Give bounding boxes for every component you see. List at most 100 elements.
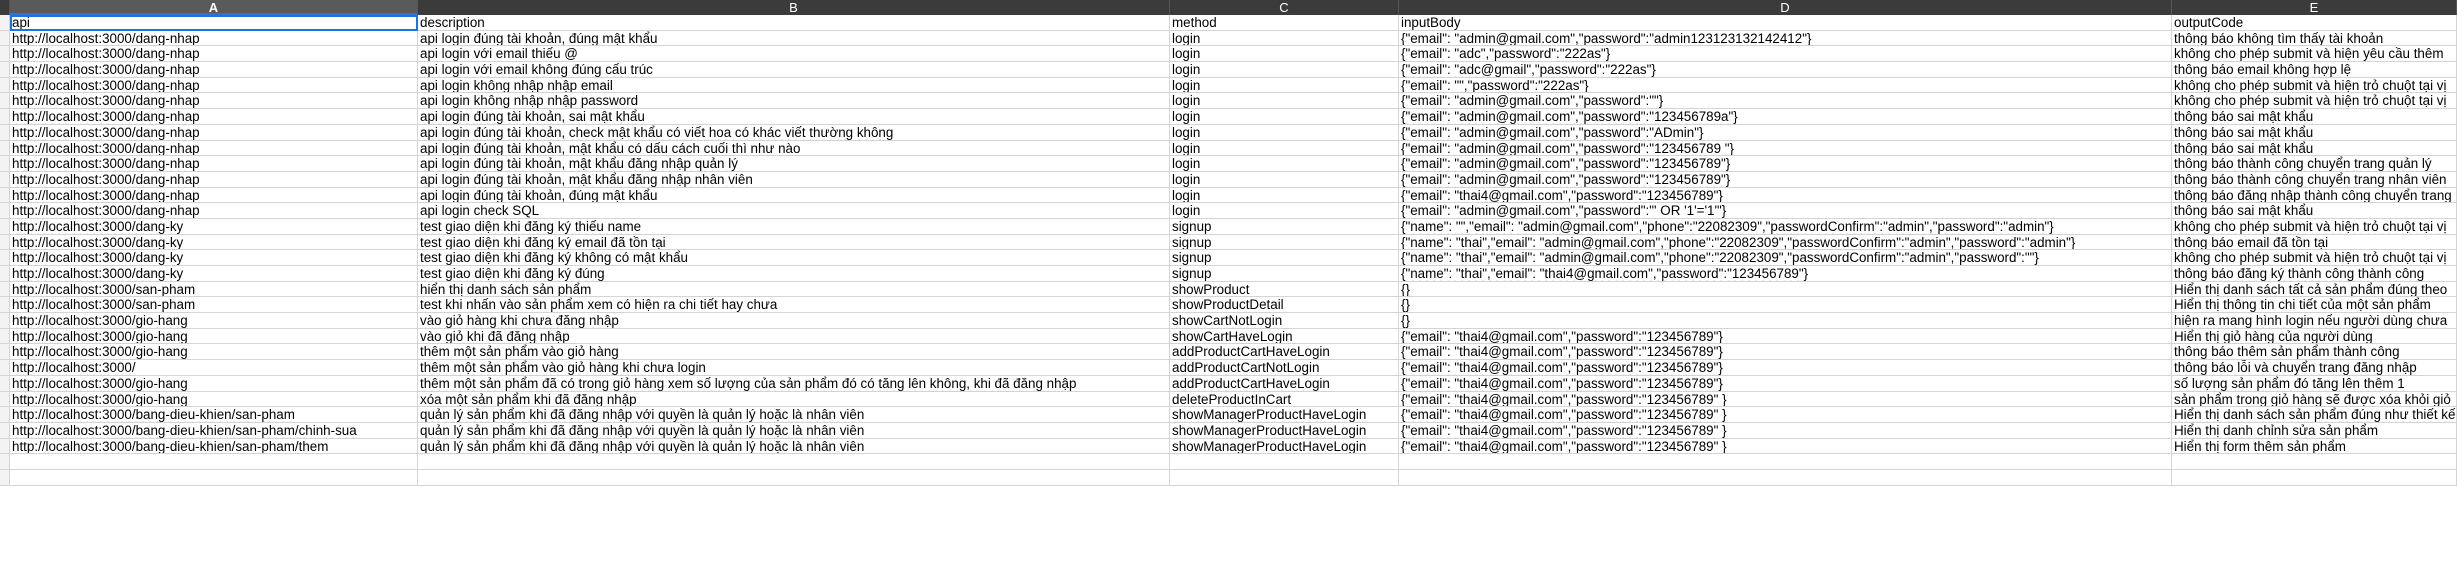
row-number[interactable] <box>0 454 10 470</box>
cell-description[interactable]: vào giỏ khi đã đăng nhập <box>418 328 1170 345</box>
row-number[interactable] <box>0 328 10 345</box>
column-header-c[interactable]: C <box>1170 0 1399 15</box>
cell-method[interactable]: showManagerProductHaveLogin <box>1170 438 1399 455</box>
cell-outputcode[interactable]: thông báo đăng ký thành công thành công <box>2172 266 2457 282</box>
cell-method[interactable]: login <box>1170 30 1399 47</box>
column-header-e[interactable]: E <box>2172 0 2457 15</box>
row-number[interactable] <box>0 109 10 125</box>
cell-header-api[interactable]: api <box>10 15 418 31</box>
cell-description[interactable]: api login đúng tài khoản, mật khẩu đăng … <box>418 171 1170 188</box>
cell-method[interactable]: showCartNotLogin <box>1170 313 1399 329</box>
cell-inputbody[interactable]: {"name": "thai","email": "thai4@gmail.co… <box>1399 266 2172 282</box>
row-number[interactable] <box>0 156 10 172</box>
cell-description[interactable]: api login với email thiếu @ <box>418 46 1170 63</box>
row-number[interactable] <box>0 297 10 314</box>
empty-cell[interactable] <box>418 454 1170 470</box>
cell-description[interactable]: test giao diện khi đăng ký thiếu name <box>418 218 1170 235</box>
cell-outputcode[interactable]: thông báo thành công chuyển trang quản l… <box>2172 156 2457 172</box>
cell-api[interactable]: http://localhost:3000/san-pham <box>10 297 418 314</box>
row-number[interactable] <box>0 438 10 455</box>
row-number[interactable] <box>0 344 10 361</box>
cell-method[interactable]: login <box>1170 124 1399 141</box>
row-number[interactable] <box>0 77 10 94</box>
cell-api[interactable]: http://localhost:3000/dang-nhap <box>10 140 418 157</box>
cell-method[interactable]: login <box>1170 171 1399 188</box>
cell-inputbody[interactable]: {"email": "admin@gmail.com","password":"… <box>1399 171 2172 188</box>
cell-description[interactable]: thêm một sản phẩm đã có trong giỏ hàng x… <box>418 375 1170 392</box>
cell-inputbody[interactable]: {"email": "admin@gmail.com","password":"… <box>1399 203 2172 219</box>
cell-inputbody[interactable]: {"email": "","password":"222as"} <box>1399 77 2172 94</box>
row-number[interactable] <box>0 187 10 204</box>
cell-method[interactable]: showProductDetail <box>1170 297 1399 314</box>
cell-api[interactable]: http://localhost:3000/dang-ky <box>10 250 418 266</box>
cell-api[interactable]: http://localhost:3000/gio-hang <box>10 344 418 361</box>
row-number[interactable] <box>0 281 10 298</box>
cell-method[interactable]: login <box>1170 187 1399 204</box>
cell-description[interactable]: thêm một sản phẩm vào giỏ hàng khi chưa … <box>418 360 1170 376</box>
cell-outputcode[interactable]: số lượng sản phẩm đó tăng lên thêm 1 <box>2172 375 2457 392</box>
row-number[interactable] <box>0 15 10 31</box>
column-header-b[interactable]: B <box>418 0 1170 15</box>
cell-method[interactable]: signup <box>1170 266 1399 282</box>
cell-description[interactable]: api login đúng tài khoản, đúng mật khẩu <box>418 187 1170 204</box>
row-number[interactable] <box>0 375 10 392</box>
cell-outputcode[interactable]: Hiển thị giỏ hàng của người dùng <box>2172 328 2457 345</box>
empty-cell[interactable] <box>1170 454 1399 470</box>
cell-method[interactable]: login <box>1170 93 1399 110</box>
cell-outputcode[interactable]: thông báo sai mật khẩu <box>2172 109 2457 125</box>
row-number[interactable] <box>0 407 10 423</box>
row-number[interactable] <box>0 266 10 282</box>
cell-description[interactable]: vào giỏ hàng khi chưa đăng nhập <box>418 313 1170 329</box>
cell-header-outputcode[interactable]: outputCode <box>2172 15 2457 31</box>
empty-cell[interactable] <box>2172 454 2457 470</box>
cell-description[interactable]: api login đúng tài khoản, mật khẩu có dấ… <box>418 140 1170 157</box>
cell-description[interactable]: api login không nhập nhập password <box>418 93 1170 110</box>
cell-description[interactable]: api login đúng tài khoản, check mật khẩu… <box>418 124 1170 141</box>
cell-inputbody[interactable]: {"email": "thai4@gmail.com","password":"… <box>1399 360 2172 376</box>
cell-description[interactable]: api login không nhập nhập email <box>418 77 1170 94</box>
cell-inputbody[interactable]: {"email": "admin@gmail.com","password":"… <box>1399 109 2172 125</box>
cell-description[interactable]: api login đúng tài khoản, đúng mật khẩu <box>418 30 1170 47</box>
row-number[interactable] <box>0 30 10 47</box>
cell-outputcode[interactable]: thông báo lỗi và chuyển trang đăng nhập <box>2172 360 2457 376</box>
cell-api[interactable]: http://localhost:3000/dang-ky <box>10 218 418 235</box>
cell-method[interactable]: showCartHaveLogin <box>1170 328 1399 345</box>
empty-cell[interactable] <box>10 469 418 486</box>
cell-inputbody[interactable]: {"email": "admin@gmail.com","password":"… <box>1399 30 2172 47</box>
cell-inputbody[interactable]: {"email": "adc@gmail","password":"222as"… <box>1399 62 2172 78</box>
cell-api[interactable]: http://localhost:3000/dang-nhap <box>10 187 418 204</box>
cell-inputbody[interactable]: {"email": "thai4@gmail.com","password":"… <box>1399 344 2172 361</box>
cell-inputbody[interactable]: {"email": "admin@gmail.com","password":"… <box>1399 124 2172 141</box>
cell-api[interactable]: http://localhost:3000/bang-dieu-khien/sa… <box>10 422 418 439</box>
cell-outputcode[interactable]: thông báo thành công chuyển trang nhân v… <box>2172 171 2457 188</box>
cell-outputcode[interactable]: thông báo thêm sản phẩm thành công <box>2172 344 2457 361</box>
row-number[interactable] <box>0 391 10 408</box>
cell-method[interactable]: login <box>1170 156 1399 172</box>
empty-cell[interactable] <box>418 469 1170 486</box>
cell-inputbody[interactable]: {"name": "thai","email": "admin@gmail.co… <box>1399 250 2172 266</box>
cell-description[interactable]: hiển thị danh sách sản phẩm <box>418 281 1170 298</box>
cell-inputbody[interactable]: {} <box>1399 313 2172 329</box>
cell-method[interactable]: login <box>1170 203 1399 219</box>
cell-api[interactable]: http://localhost:3000/dang-nhap <box>10 109 418 125</box>
row-number[interactable] <box>0 234 10 251</box>
cell-outputcode[interactable]: thông báo đăng nhập thành công chuyển tr… <box>2172 187 2457 204</box>
row-number[interactable] <box>0 469 10 486</box>
row-number[interactable] <box>0 203 10 219</box>
cell-method[interactable]: login <box>1170 46 1399 63</box>
cell-api[interactable]: http://localhost:3000/ <box>10 360 418 376</box>
cell-api[interactable]: http://localhost:3000/dang-nhap <box>10 30 418 47</box>
cell-inputbody[interactable]: {"email": "admin@gmail.com","password":"… <box>1399 156 2172 172</box>
cell-description[interactable]: quản lý sản phẩm khi đã đăng nhập với qu… <box>418 438 1170 455</box>
cell-outputcode[interactable]: không cho phép submit và hiện trỏ chuột … <box>2172 218 2457 235</box>
cell-outputcode[interactable]: Hiển thị form thêm sản phẩm <box>2172 438 2457 455</box>
cell-description[interactable]: quản lý sản phẩm khi đã đăng nhập với qu… <box>418 407 1170 423</box>
cell-outputcode[interactable]: Hiển thị danh chỉnh sửa sản phẩm <box>2172 422 2457 439</box>
row-number[interactable] <box>0 46 10 63</box>
cell-api[interactable]: http://localhost:3000/dang-nhap <box>10 62 418 78</box>
empty-cell[interactable] <box>1170 469 1399 486</box>
cell-description[interactable]: thêm một sản phẩm vào giỏ hàng <box>418 344 1170 361</box>
cell-api[interactable]: http://localhost:3000/dang-nhap <box>10 46 418 63</box>
cell-method[interactable]: showManagerProductHaveLogin <box>1170 422 1399 439</box>
cell-outputcode[interactable]: thông báo email đã tồn tại <box>2172 234 2457 251</box>
